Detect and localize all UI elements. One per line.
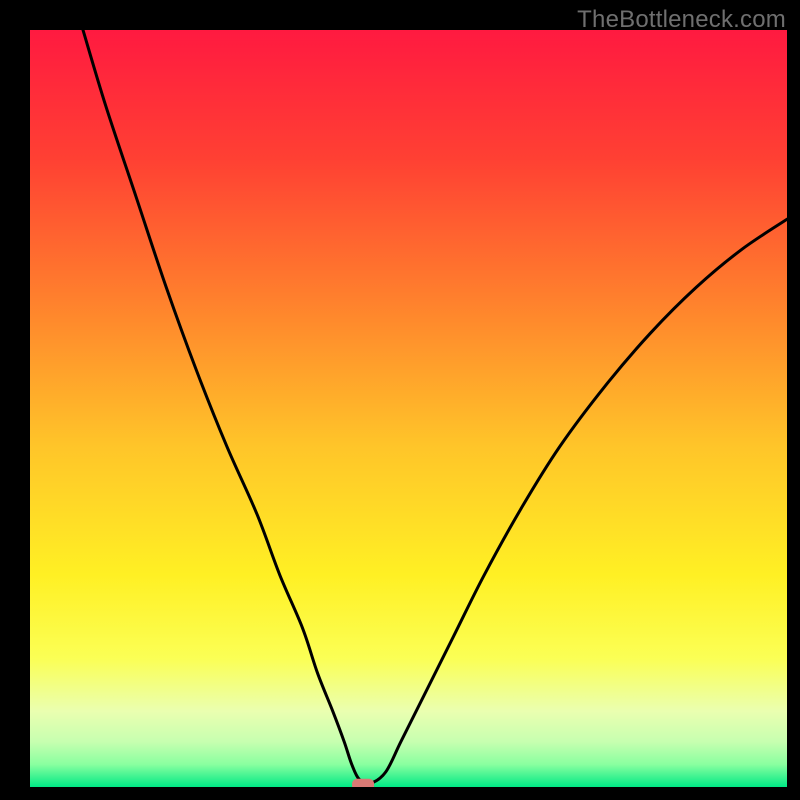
plot-area — [30, 30, 787, 787]
gradient-background — [30, 30, 787, 787]
chart-svg — [30, 30, 787, 787]
chart-frame: TheBottleneck.com — [0, 0, 800, 800]
optimum-marker — [352, 779, 374, 787]
watermark-text: TheBottleneck.com — [577, 6, 786, 34]
